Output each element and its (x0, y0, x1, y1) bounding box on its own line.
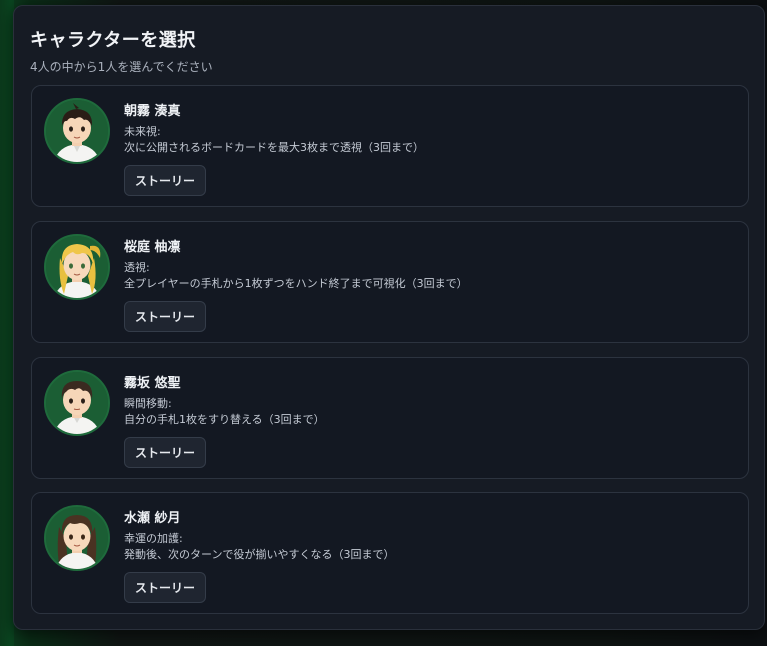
ability-description: 発動後、次のターンで役が揃いやすくなる（3回まで） (124, 548, 395, 561)
character-card-minase[interactable]: 水瀬 紗月 幸運の加護: 発動後、次のターンで役が揃いやすくなる（3回まで） ス… (31, 492, 749, 614)
dialog-title: キャラクターを選択 (30, 30, 196, 51)
ability-name: 幸運の加護: (124, 532, 183, 545)
ability-name: 瞬間移動: (124, 397, 172, 410)
character-card-sakuraba[interactable]: 桜庭 柚凛 透視: 全プレイヤーの手札から1枚ずつをハンド終了まで可視化（3回ま… (31, 221, 749, 343)
story-button[interactable]: ストーリー (124, 437, 206, 468)
character-card-asagiri[interactable]: 朝霧 湊真 未来視: 次に公開されるボードカードを最大3枚まで透視（3回まで） … (31, 85, 749, 207)
character-name: 桜庭 柚凛 (124, 240, 181, 255)
ability-name: 透視: (124, 261, 150, 274)
ability-description: 自分の手札1枚をすり替える（3回まで） (124, 413, 325, 426)
ability-description: 全プレイヤーの手札から1枚ずつをハンド終了まで可視化（3回まで） (124, 277, 468, 290)
character-select-dialog: キャラクターを選択 4人の中から1人を選んでください 朝霧 湊真 未来視: 次に… (13, 5, 765, 630)
story-button[interactable]: ストーリー (124, 301, 206, 332)
girl-long-brown-hair-portrait-icon (44, 505, 110, 571)
background-felt-edge (0, 0, 14, 646)
ability-name: 未来視: (124, 125, 161, 138)
character-card-kirisaka[interactable]: 霧坂 悠聖 瞬間移動: 自分の手札1枚をすり替える（3回まで） ストーリー (31, 357, 749, 479)
character-name: 霧坂 悠聖 (124, 376, 181, 391)
boy-brown-hair-portrait-icon (44, 370, 110, 436)
character-name: 朝霧 湊真 (124, 104, 181, 119)
boy-short-dark-hair-portrait-icon (44, 98, 110, 164)
dialog-subtitle: 4人の中から1人を選んでください (30, 60, 213, 74)
girl-blonde-ponytail-portrait-icon (44, 234, 110, 300)
character-name: 水瀬 紗月 (124, 511, 181, 526)
ability-description: 次に公開されるボードカードを最大3枚まで透視（3回まで） (124, 141, 424, 154)
story-button[interactable]: ストーリー (124, 165, 206, 196)
story-button[interactable]: ストーリー (124, 572, 206, 603)
